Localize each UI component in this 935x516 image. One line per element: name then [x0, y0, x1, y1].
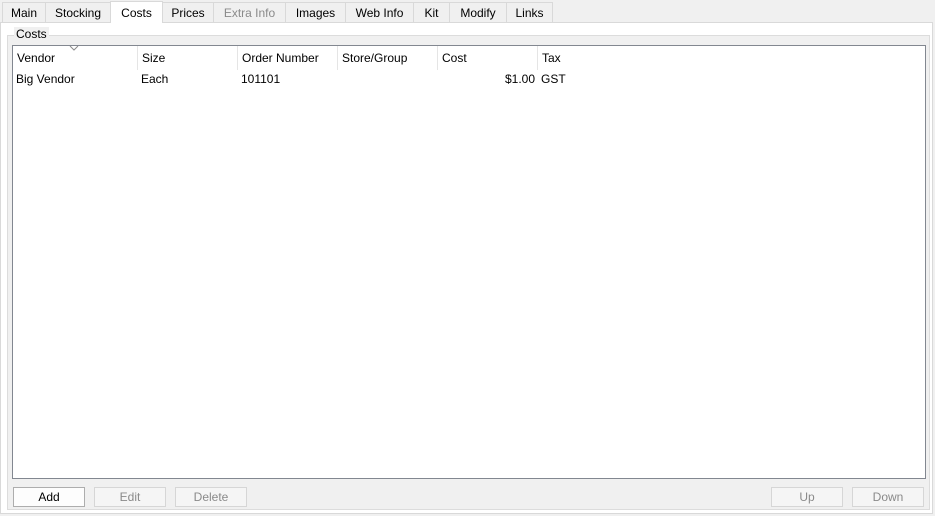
delete-button[interactable]: Delete — [175, 487, 247, 507]
cell-size: Each — [141, 71, 169, 86]
column-header-vendor[interactable]: Vendor — [13, 46, 138, 70]
column-label: Tax — [542, 51, 561, 65]
column-label: Cost — [442, 51, 467, 65]
column-label: Store/Group — [342, 51, 408, 65]
tab-label: Kit — [424, 5, 439, 20]
tab-links[interactable]: Links — [506, 2, 553, 22]
tab-images[interactable]: Images — [285, 2, 346, 22]
list-header: Vendor Size Order Number Store/Group Cos… — [13, 46, 925, 70]
tab-label: Images — [295, 5, 336, 20]
up-button[interactable]: Up — [771, 487, 843, 507]
costs-group-title: Costs — [14, 27, 49, 41]
cell-cost: $1.00 — [504, 71, 535, 86]
cell-store-group — [338, 70, 438, 87]
edit-button[interactable]: Edit — [94, 487, 166, 507]
cell-tax: GST — [541, 71, 566, 86]
tab-stocking[interactable]: Stocking — [45, 2, 111, 22]
tab-label: Stocking — [54, 5, 102, 20]
tab-label: Extra Info — [223, 5, 276, 20]
down-button[interactable]: Down — [852, 487, 924, 507]
column-header-cost[interactable]: Cost — [438, 46, 538, 70]
tab-web-info[interactable]: Web Info — [345, 2, 414, 22]
tab-label: Costs — [121, 5, 152, 20]
tab-label: Web Info — [355, 5, 404, 20]
tab-strip: Main Stocking Costs Prices Extra Info Im… — [2, 1, 553, 23]
tab-label: Prices — [171, 5, 205, 20]
table-row[interactable]: Big Vendor Each 101101 $1.00 GST — [13, 70, 638, 87]
tab-extra-info[interactable]: Extra Info — [213, 2, 286, 22]
sort-descending-icon — [69, 46, 79, 51]
costs-list[interactable]: Vendor Size Order Number Store/Group Cos… — [12, 45, 926, 479]
column-label: Vendor — [17, 51, 56, 65]
tab-label: Main — [11, 5, 38, 20]
add-button[interactable]: Add — [13, 487, 85, 507]
column-label: Size — [142, 51, 166, 65]
tab-modify[interactable]: Modify — [449, 2, 507, 22]
column-header-tax[interactable]: Tax — [538, 46, 638, 70]
column-header-order-number[interactable]: Order Number — [238, 46, 338, 70]
cell-vendor: Big Vendor — [16, 71, 75, 86]
tab-prices[interactable]: Prices — [162, 2, 214, 22]
item-editor-window: Main Stocking Costs Prices Extra Info Im… — [0, 0, 935, 516]
column-label: Order Number — [242, 51, 319, 65]
tab-kit[interactable]: Kit — [413, 2, 450, 22]
tab-label: Links — [515, 5, 544, 20]
tab-costs[interactable]: Costs — [110, 1, 163, 23]
tab-label: Modify — [460, 5, 496, 20]
column-header-store-group[interactable]: Store/Group — [338, 46, 438, 70]
column-header-size[interactable]: Size — [138, 46, 238, 70]
cell-order-number: 101101 — [241, 71, 281, 86]
tab-main[interactable]: Main — [2, 2, 46, 22]
